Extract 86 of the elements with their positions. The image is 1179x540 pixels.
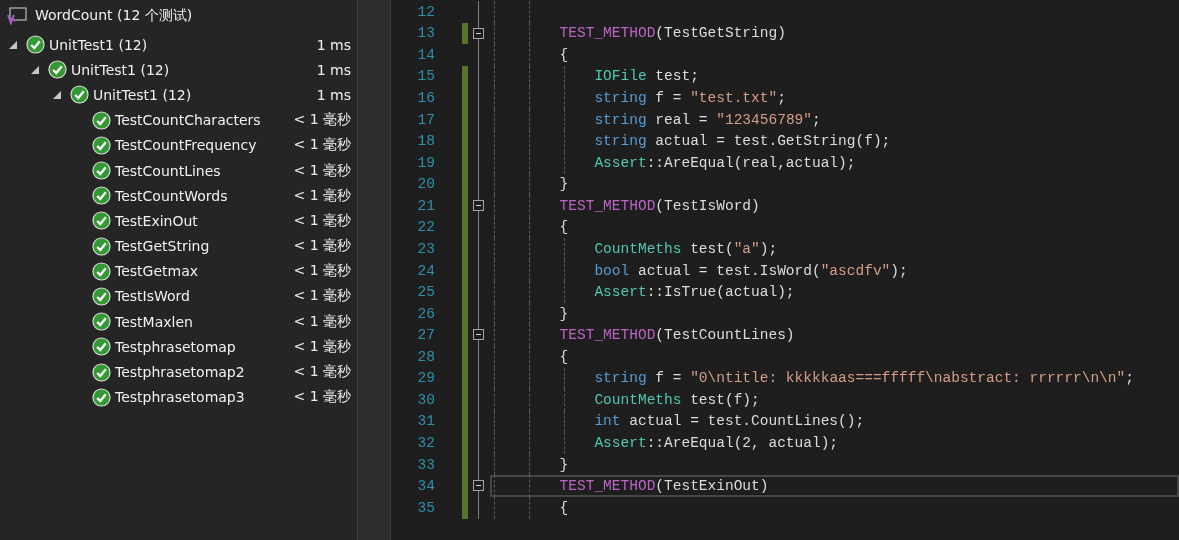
line-number: 35: [416, 499, 435, 516]
line-number: 20: [416, 176, 435, 193]
line-number: 22: [416, 219, 435, 236]
code-line: Assert::IsTrue(actual);: [593, 284, 795, 301]
line-number: 14: [416, 46, 435, 63]
test-name[interactable]: TestCountFrequency: [115, 137, 294, 154]
code-line: }: [558, 176, 569, 193]
test-duration: 1 ms: [316, 86, 351, 103]
code-line: int actual = test.CountLines();: [593, 413, 865, 430]
project-title: WordCount (12 个测试): [35, 7, 193, 25]
collapse-icon[interactable]: [473, 480, 484, 492]
code-line: {: [558, 219, 569, 236]
line-number: 12: [416, 3, 435, 20]
line-number: 31: [416, 413, 435, 430]
line-number: 18: [416, 133, 435, 150]
code-line: {: [558, 348, 569, 365]
test-duration: < 1 毫秒: [293, 388, 351, 407]
test-duration: < 1 毫秒: [293, 337, 351, 356]
code-line: string f = "test.txt";: [593, 90, 786, 107]
line-number: 25: [416, 284, 435, 301]
test-name[interactable]: UnitTest1 (12): [93, 86, 317, 103]
line-number: 32: [416, 435, 435, 452]
code-line: string f = "0\ntitle: kkkkkaas===fffff\nabstract: rrrrrr\n\n";: [593, 370, 1134, 387]
test-name[interactable]: TestCountLines: [115, 162, 294, 179]
code-line: bool actual = test.IsWord("ascdfv");: [593, 262, 908, 279]
test-name[interactable]: TestGetString: [115, 238, 294, 255]
test-name[interactable]: TestGetmax: [115, 263, 294, 280]
line-number: 34: [416, 478, 435, 495]
line-number: 15: [416, 68, 435, 85]
test-duration: 1 ms: [316, 36, 351, 53]
expand-triangle-icon[interactable]: [52, 89, 62, 100]
test-name[interactable]: TestCountCharacters: [115, 112, 294, 129]
line-number: 19: [416, 154, 435, 171]
code-line: TEST_METHOD(TestGetString): [558, 25, 786, 42]
line-number: 29: [416, 370, 435, 387]
line-number: 13: [416, 25, 435, 42]
test-duration: < 1 毫秒: [293, 312, 351, 331]
test-name[interactable]: Testphrasetomap: [115, 338, 294, 355]
collapse-icon[interactable]: [473, 329, 484, 341]
test-duration: < 1 毫秒: [293, 111, 351, 130]
code-line: TEST_METHOD(TestExinOut): [558, 478, 769, 495]
code-line: TEST_METHOD(TestCountLines): [558, 327, 795, 344]
code-line: string real = "123456789";: [593, 111, 821, 128]
code-line: Assert::AreEqual(real,actual);: [593, 154, 856, 171]
code-line: IOFile test;: [593, 68, 699, 85]
test-name[interactable]: Testphrasetomap3: [115, 389, 294, 406]
test-duration: < 1 毫秒: [293, 287, 351, 306]
line-number: 33: [416, 456, 435, 473]
test-duration: 1 ms: [316, 61, 351, 78]
line-number: 27: [416, 327, 435, 344]
test-duration: < 1 毫秒: [293, 237, 351, 256]
code-line: Assert::AreEqual(2, actual);: [593, 435, 839, 452]
line-number: 23: [416, 240, 435, 257]
test-duration: < 1 毫秒: [293, 363, 351, 382]
code-line: }: [558, 305, 569, 322]
test-name[interactable]: TestExinOut: [115, 212, 294, 229]
test-duration: < 1 毫秒: [293, 186, 351, 205]
test-name[interactable]: TestIsWord: [115, 288, 294, 305]
code-line: TEST_METHOD(TestIsWord): [558, 197, 760, 214]
expand-triangle-icon[interactable]: [30, 64, 40, 75]
code-line: {: [558, 46, 569, 63]
line-number: 24: [416, 262, 435, 279]
test-name[interactable]: TestCountWords: [115, 187, 294, 204]
project-icon: [7, 7, 27, 25]
expand-triangle-icon[interactable]: [8, 39, 18, 50]
test-name[interactable]: UnitTest1 (12): [49, 36, 317, 53]
line-number: 28: [416, 348, 435, 365]
test-duration: < 1 毫秒: [293, 262, 351, 281]
code-line: }: [558, 456, 569, 473]
code-line: CountMeths test("a");: [593, 240, 778, 257]
line-number: 30: [416, 391, 435, 408]
code-line: {: [558, 499, 569, 516]
test-duration: < 1 毫秒: [293, 136, 351, 155]
test-name[interactable]: Testphrasetomap2: [115, 364, 294, 381]
collapse-icon[interactable]: [473, 200, 484, 212]
test-name[interactable]: UnitTest1 (12): [71, 61, 317, 78]
line-number: 21: [416, 197, 435, 214]
line-number: 17: [416, 111, 435, 128]
collapse-icon[interactable]: [473, 27, 484, 39]
test-duration: < 1 毫秒: [293, 211, 351, 230]
test-duration: < 1 毫秒: [293, 161, 351, 180]
test-name[interactable]: TestMaxlen: [115, 313, 294, 330]
line-number: 26: [416, 305, 435, 322]
code-line: string actual = test.GetString(f);: [593, 133, 891, 150]
line-number: 16: [416, 90, 435, 107]
code-line: CountMeths test(f);: [593, 391, 760, 408]
